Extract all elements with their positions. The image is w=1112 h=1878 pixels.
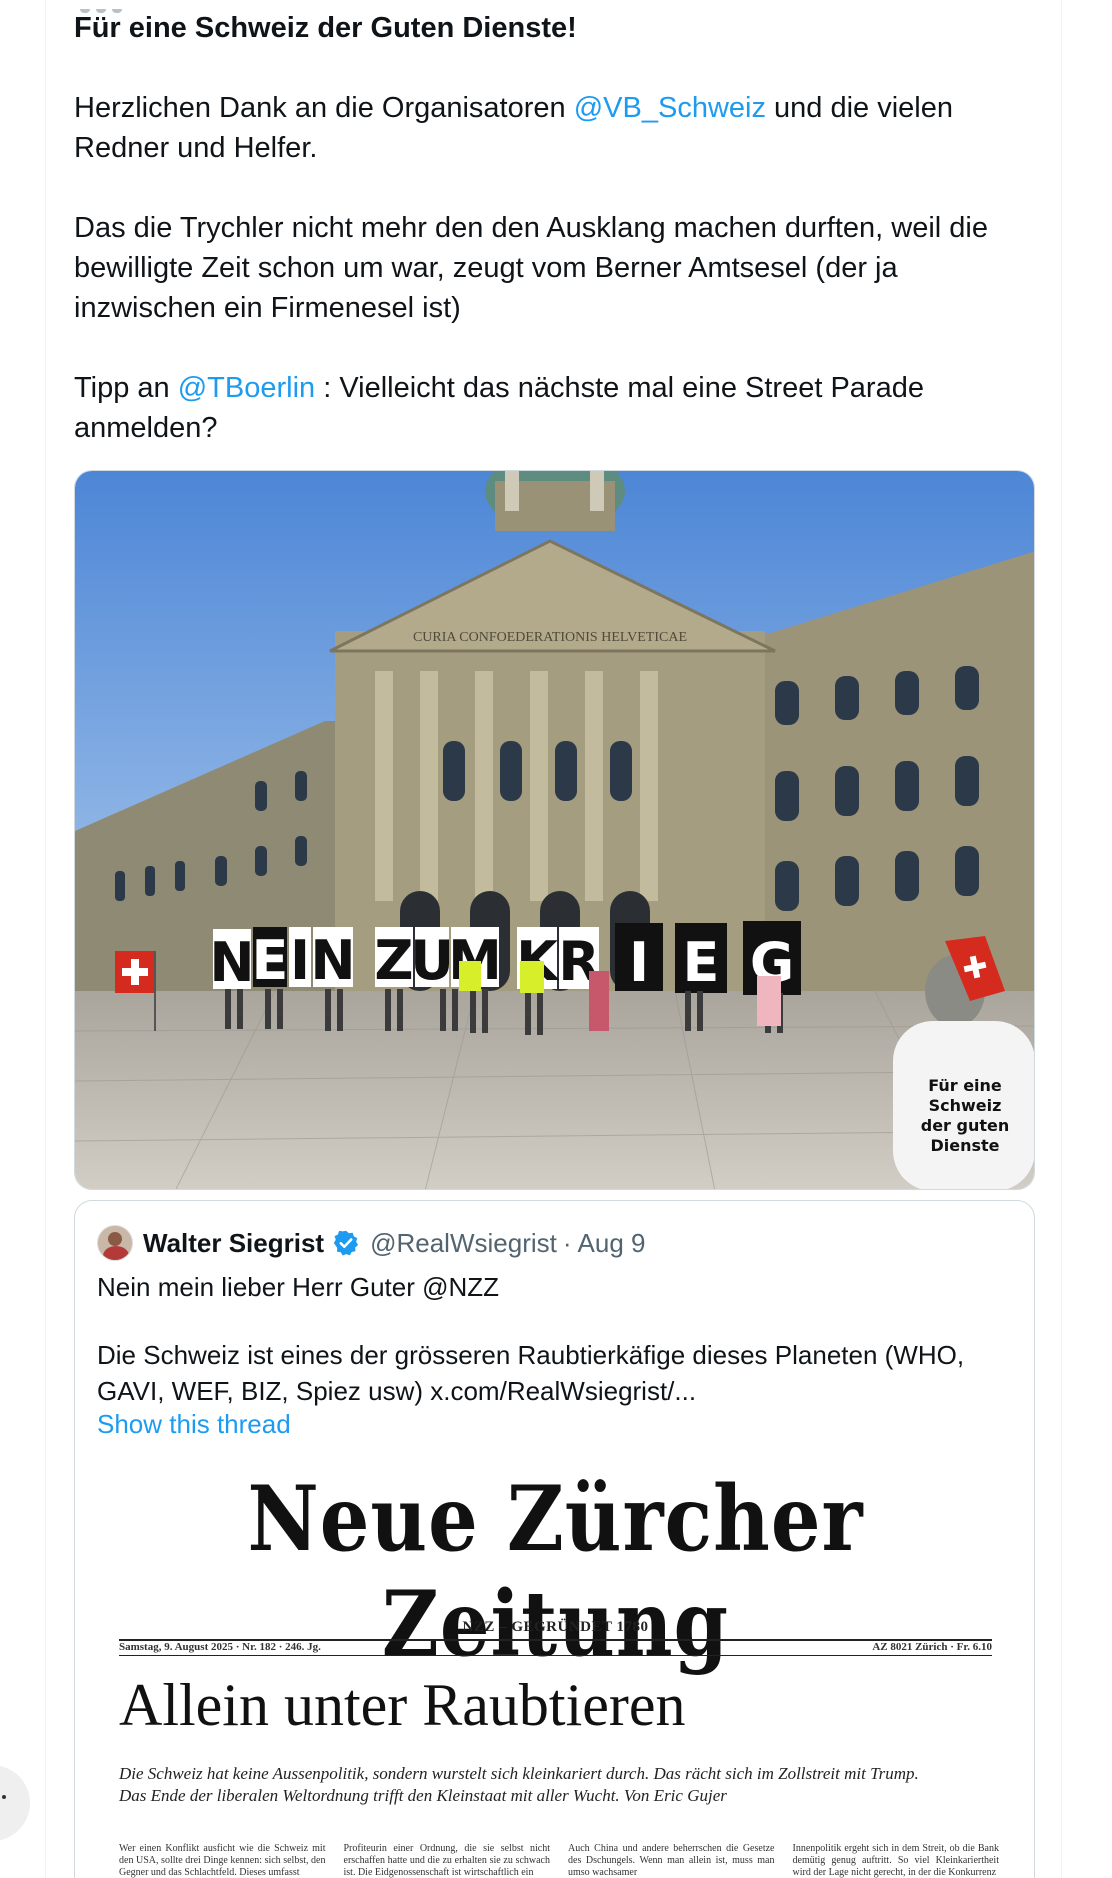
post-text-span: Das die Trychler nicht mehr den den Ausk… xyxy=(74,212,988,244)
separator-dot: · xyxy=(562,1227,572,1258)
nzz-article-columns: Wer einen Konflikt ausficht wie die Schw… xyxy=(119,1843,999,1878)
protest-letter: N xyxy=(310,929,355,992)
mention-tboerlin[interactable]: @TBoerlin xyxy=(178,372,315,404)
nzz-column: Innenpolitik ergeht sich in dem Streit, … xyxy=(792,1843,1000,1878)
divider xyxy=(119,1655,992,1656)
dot-icon xyxy=(2,1795,6,1799)
post-text-span: und die vielen xyxy=(765,92,953,124)
post-text-span: Tipp an xyxy=(74,372,178,404)
nzz-headline: Allein unter Raubtieren xyxy=(119,1672,686,1738)
screenshot-root: Für eine Schweiz der Guten Dienste! Herz… xyxy=(0,0,1112,1878)
timeline-border-left xyxy=(45,0,46,1878)
nzz-front-page-image[interactable]: Neue Zürcher Zeitung NZZ – GEGRÜNDET 178… xyxy=(75,1467,1034,1878)
post-paragraph-3: Tipp an @TBoerlin : Vielleicht das nächs… xyxy=(74,368,1034,448)
post-paragraph-2: Das die Trychler nicht mehr den den Ausk… xyxy=(74,208,1034,328)
post-text-span: Redner und Helfer. xyxy=(74,132,318,164)
mention-vb-schweiz[interactable]: @VB_Schweiz xyxy=(574,92,766,124)
quoted-post-text: Nein mein lieber Herr Guter @NZZ Die Sch… xyxy=(97,1269,1007,1409)
nzz-column: Wer einen Konflikt ausficht wie die Schw… xyxy=(119,1843,326,1878)
post-photo[interactable]: CURIA CONFOEDERATIONIS HELVETICAE N E I … xyxy=(74,470,1035,1190)
avatar[interactable] xyxy=(97,1225,133,1261)
nzz-deck-line: Die Schweiz hat keine Aussenpolitik, son… xyxy=(119,1764,919,1783)
quoted-author-handle[interactable]: @RealWsiegrist xyxy=(370,1228,557,1259)
protest-letter: Z xyxy=(374,929,413,992)
nzz-deck: Die Schweiz hat keine Aussenpolitik, son… xyxy=(119,1763,999,1807)
photo-inscription: CURIA CONFOEDERATIONIS HELVETICAE xyxy=(413,630,687,645)
protest-letter: I xyxy=(290,929,310,992)
quoted-post-header: Walter Siegrist @RealWsiegrist · Aug 9 xyxy=(97,1223,645,1263)
nzz-issue-date: Samstag, 9. August 2025 · Nr. 182 · 246.… xyxy=(119,1641,321,1653)
shirt-text: Dienste xyxy=(930,1136,999,1155)
post-text-span: Herzlichen Dank an die Organisatoren xyxy=(74,92,574,124)
protest-letter: E xyxy=(683,931,720,994)
quoted-line: GAVI, WEF, BIZ, Spiez usw) x.com/RealWsi… xyxy=(97,1376,697,1406)
timeline-border-right xyxy=(1061,0,1062,1878)
post-text-span: anmelden? xyxy=(74,412,218,444)
nzz-deck-line: Das Ende der liberalen Weltordnung triff… xyxy=(119,1786,727,1805)
shirt-text: der guten xyxy=(921,1116,1010,1135)
quoted-post-card[interactable]: Walter Siegrist @RealWsiegrist · Aug 9 N… xyxy=(74,1200,1035,1878)
nzz-subtitle: NZZ – GEGRÜNDET 1780 xyxy=(462,1619,649,1635)
shirt-text: Für eine xyxy=(928,1076,1002,1095)
post-text-span: bewilligte Zeit schon um war, zeugt vom … xyxy=(74,252,898,284)
protest-letter: I xyxy=(629,931,649,994)
protest-letter: E xyxy=(252,929,289,992)
floating-button[interactable] xyxy=(0,1765,30,1841)
shirt-text: Schweiz xyxy=(929,1096,1002,1115)
photo-bundeshaus-protest: CURIA CONFOEDERATIONIS HELVETICAE N E I … xyxy=(75,471,1034,1189)
nzz-column: Auch China und andere beherrschen die Ge… xyxy=(568,1843,775,1878)
quoted-line: Nein mein lieber Herr Guter @NZZ xyxy=(97,1272,500,1302)
post-title: Für eine Schweiz der Guten Dienste! xyxy=(74,12,577,44)
quoted-author-name[interactable]: Walter Siegrist xyxy=(143,1228,324,1259)
quoted-line: Die Schweiz ist eines der grösseren Raub… xyxy=(97,1340,965,1370)
show-thread-link[interactable]: Show this thread xyxy=(97,1409,291,1440)
verified-badge-icon xyxy=(333,1230,359,1256)
previous-action-icons xyxy=(80,0,220,13)
post-text-span: : Vielleicht das nächste mal eine Street… xyxy=(315,372,924,404)
nzz-column: Profiteurin einer Ordnung, die sie selbs… xyxy=(343,1843,551,1878)
post-text-span: inzwischen ein Firmenesel ist) xyxy=(74,292,461,324)
protest-letter: N xyxy=(209,931,254,994)
nzz-price: AZ 8021 Zürich · Fr. 6.10 xyxy=(872,1641,992,1653)
quoted-post-date[interactable]: Aug 9 xyxy=(578,1228,646,1259)
post-paragraph-1: Herzlichen Dank an die Organisatoren @VB… xyxy=(74,88,1034,168)
